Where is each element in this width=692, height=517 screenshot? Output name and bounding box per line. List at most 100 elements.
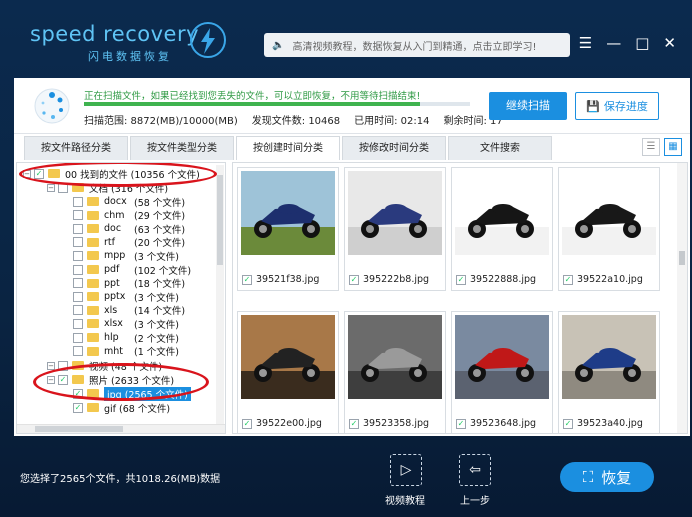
tree-item-name: docx (104, 196, 127, 207)
tree-item-count: (58 个文件) (134, 197, 186, 209)
close-icon[interactable]: ✕ (663, 34, 676, 52)
file-thumbnail-tile[interactable]: ✓ 39523358.jpg (344, 311, 446, 433)
file-checkbox[interactable]: ✓ (563, 274, 573, 285)
tree-item-count: (2 个文件) (134, 333, 179, 345)
grid-scrollbar[interactable] (677, 163, 687, 433)
checkbox[interactable] (73, 237, 83, 248)
collapse-toggle-icon[interactable]: − (47, 183, 55, 192)
checkbox[interactable] (73, 332, 83, 343)
file-caption: ✓ 39523a40.jpg (563, 418, 643, 429)
save-progress-button[interactable]: 💾 保存进度 (575, 92, 659, 120)
tree-item-mht[interactable]: mht (1 个文件) (73, 345, 179, 358)
file-thumbnail-tile[interactable]: ✓ 395222b8.jpg (344, 167, 446, 291)
file-thumbnail-tile[interactable]: ✓ 39522a10.jpg (558, 167, 660, 291)
grid-view-icon[interactable]: ▦ (664, 138, 682, 156)
file-checkbox[interactable]: ✓ (456, 418, 466, 429)
tree-item-doc[interactable]: doc (63 个文件) (73, 222, 185, 236)
tree-item-name: xls (104, 304, 118, 316)
back-icon: ⇦ (469, 462, 481, 478)
main-panel: 正在扫描文件，如果已经找到您丢失的文件，可以立即恢复，不用等待扫描结束! 扫描范… (14, 78, 690, 436)
continue-scan-button[interactable]: 继续扫描 (489, 92, 567, 120)
motorcycle-photo (348, 315, 442, 399)
tree-item-rtf[interactable]: rtf (20 个文件) (73, 236, 185, 249)
video-tutorial-button[interactable]: ▷ (390, 454, 422, 486)
tab-file-type[interactable]: 按文件类型分类 (130, 136, 234, 160)
tree-scroll-thumb[interactable] (217, 175, 223, 265)
video-tutorial-label: 视频教程 (385, 496, 425, 507)
tree-vertical-scrollbar[interactable] (216, 165, 224, 433)
tab-file-path[interactable]: 按文件路径分类 (24, 136, 128, 160)
file-checkbox[interactable]: ✓ (349, 418, 359, 429)
checkbox[interactable] (73, 196, 83, 207)
motorcycle-photo (455, 315, 549, 399)
tab-file-search[interactable]: 文件搜索 (448, 136, 552, 160)
motorcycle-photo (562, 171, 656, 255)
file-thumbnail-tile[interactable]: ✓ 39523648.jpg (451, 311, 553, 433)
checkbox[interactable] (73, 278, 83, 289)
file-checkbox[interactable]: ✓ (456, 274, 466, 285)
checkbox[interactable]: ✓ (73, 402, 83, 413)
tree-item-name: chm (104, 209, 125, 221)
tree-item-hlp[interactable]: hlp (2 个文件) (73, 331, 179, 345)
file-thumbnail-tile[interactable]: ✓ 39522e00.jpg (237, 311, 339, 433)
file-checkbox[interactable]: ✓ (349, 274, 359, 285)
restore-icon: ⛶ (582, 468, 594, 486)
tree-item-pdf[interactable]: pdf (102 个文件) (73, 263, 191, 277)
tree-item-docx[interactable]: docx (58 个文件) (73, 195, 186, 209)
file-caption: ✓ 39522a10.jpg (563, 274, 643, 285)
selection-summary: 您选择了2565个文件，共1018.26(MB)数据 (20, 474, 221, 485)
file-name: 39522e00.jpg (256, 418, 322, 429)
file-thumbnail-tile[interactable]: ✓ 39523a40.jpg (558, 311, 660, 433)
checkbox[interactable] (73, 210, 83, 221)
tree-item-gif[interactable]: ✓ gif (68 个文件) (73, 401, 171, 415)
view-toggle: ☰ ▦ (642, 138, 682, 156)
tree-item-ppt[interactable]: ppt (18 个文件) (73, 277, 185, 290)
tree-label: gif (68 个文件) (104, 403, 171, 415)
checkbox[interactable] (73, 250, 83, 261)
restore-button[interactable]: ⛶ 恢复 (560, 462, 654, 492)
tree-item-chm[interactable]: chm (29 个文件) (73, 209, 185, 222)
checkbox[interactable] (73, 264, 83, 275)
file-checkbox[interactable]: ✓ (563, 418, 573, 429)
tree-item-count: (18 个文件) (134, 279, 186, 291)
file-thumbnail-tile[interactable]: ✓ 39521f38.jpg (237, 167, 339, 291)
menu-icon[interactable]: ☰ (579, 34, 592, 52)
tree-item-mpp[interactable]: mpp (3 个文件) (73, 249, 179, 263)
minimize-icon[interactable]: — (606, 34, 621, 52)
file-checkbox[interactable]: ✓ (242, 274, 252, 285)
folder-icon (87, 346, 99, 356)
tree-item-count: (3 个文件) (134, 251, 179, 263)
file-thumbnail-tile[interactable]: ✓ 39522888.jpg (451, 167, 553, 291)
file-name: 395222b8.jpg (363, 274, 430, 285)
checkbox[interactable] (73, 223, 83, 234)
app-logo: speed recovery (30, 22, 200, 46)
grid-scroll-thumb[interactable] (679, 251, 685, 265)
file-caption: ✓ 39522888.jpg (456, 274, 536, 285)
list-view-icon[interactable]: ☰ (642, 138, 660, 156)
tab-modified-time[interactable]: 按修改时间分类 (342, 136, 446, 160)
checkbox[interactable] (73, 346, 83, 357)
checkbox[interactable] (73, 305, 83, 316)
folder-icon (87, 333, 99, 342)
tree-item-xlsx[interactable]: xlsx (3 个文件) (73, 317, 179, 331)
tree-item-name: hlp (104, 332, 119, 343)
checkbox[interactable] (73, 318, 83, 329)
scan-status-bar: 正在扫描文件，如果已经找到您丢失的文件，可以立即恢复，不用等待扫描结束! 扫描范… (14, 78, 690, 134)
scanning-icon (34, 88, 70, 124)
file-checkbox[interactable]: ✓ (242, 418, 252, 429)
collapse-toggle-icon[interactable]: − (47, 361, 55, 370)
tutorial-banner[interactable]: 🔈 高清视频教程，数据恢复从入门到精通，点击立即学习! (264, 33, 570, 57)
tab-created-time[interactable]: 按创建时间分类 (236, 136, 340, 160)
tree-hscroll-thumb[interactable] (35, 426, 123, 432)
tree-item-count: (29 个文件) (134, 211, 186, 223)
checkbox[interactable] (73, 291, 83, 302)
elapsed-time: 已用时间: 02:14 (354, 116, 430, 127)
save-icon: 💾 (586, 99, 600, 113)
tree-item-name: xlsx (104, 318, 123, 330)
tree-horizontal-scrollbar[interactable] (17, 424, 225, 433)
tree-item-pptx[interactable]: pptx (3 个文件) (73, 290, 179, 304)
maximize-icon[interactable]: □ (635, 34, 649, 52)
file-caption: ✓ 39523358.jpg (349, 418, 429, 429)
back-button[interactable]: ⇦ (459, 454, 491, 486)
tree-item-xls[interactable]: xls (14 个文件) (73, 304, 185, 317)
